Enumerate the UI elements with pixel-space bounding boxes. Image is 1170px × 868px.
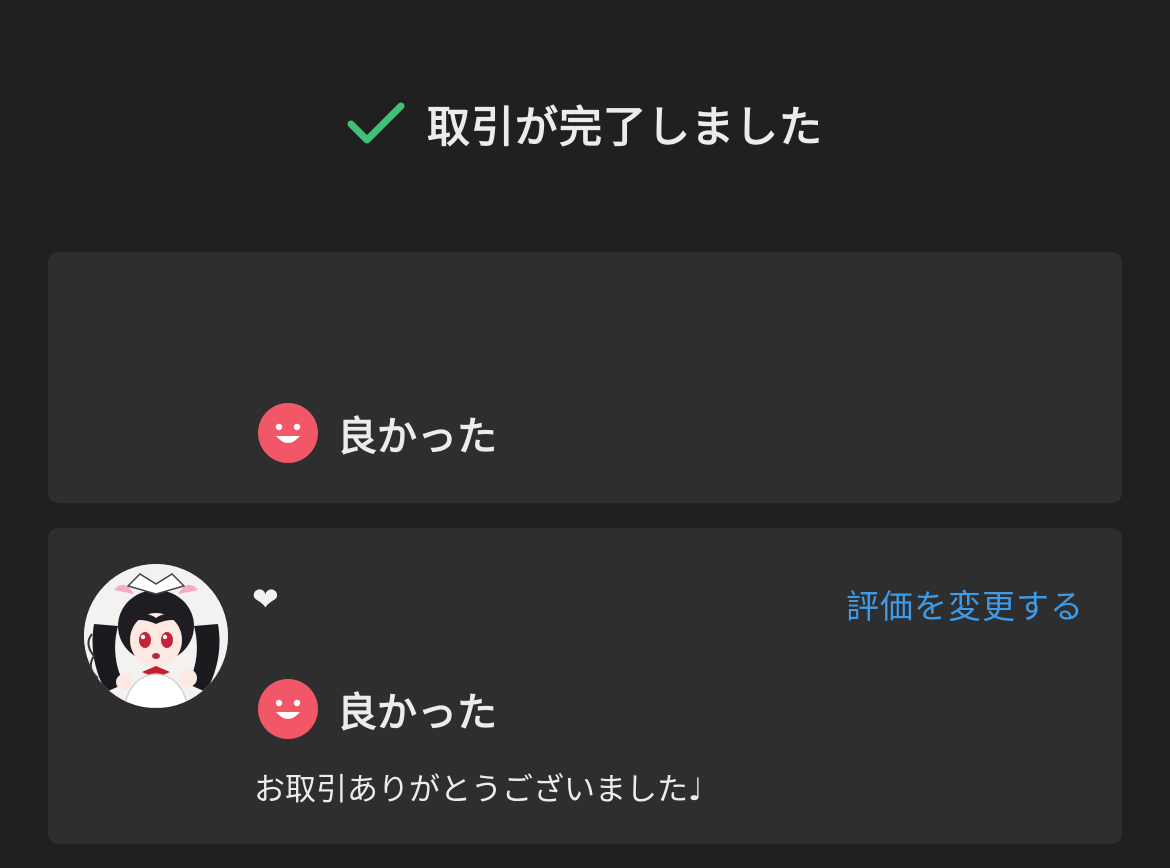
- review-comment: お取引ありがとうございました♩: [254, 772, 703, 808]
- rating-label: 良かった: [337, 690, 497, 736]
- avatar[interactable]: [84, 564, 228, 708]
- rating-summary-card: 良かった: [48, 252, 1122, 503]
- completion-header: 取引が完了しました: [0, 88, 1170, 160]
- username: ❤: [252, 580, 279, 618]
- change-rating-link[interactable]: 評価を変更する: [846, 580, 1084, 628]
- smile-icon: [258, 679, 318, 739]
- smile-icon: [258, 403, 318, 463]
- review-rating: 良かった: [258, 679, 497, 739]
- review-card: ❤ 評価を変更する 良かった お取引ありがとうございました♩: [48, 528, 1122, 844]
- page-title: 取引が完了しました: [427, 103, 823, 153]
- rating-summary: 良かった: [258, 403, 497, 463]
- rating-label: 良かった: [337, 414, 497, 460]
- avatar-image: [84, 564, 228, 708]
- check-icon: [347, 102, 405, 144]
